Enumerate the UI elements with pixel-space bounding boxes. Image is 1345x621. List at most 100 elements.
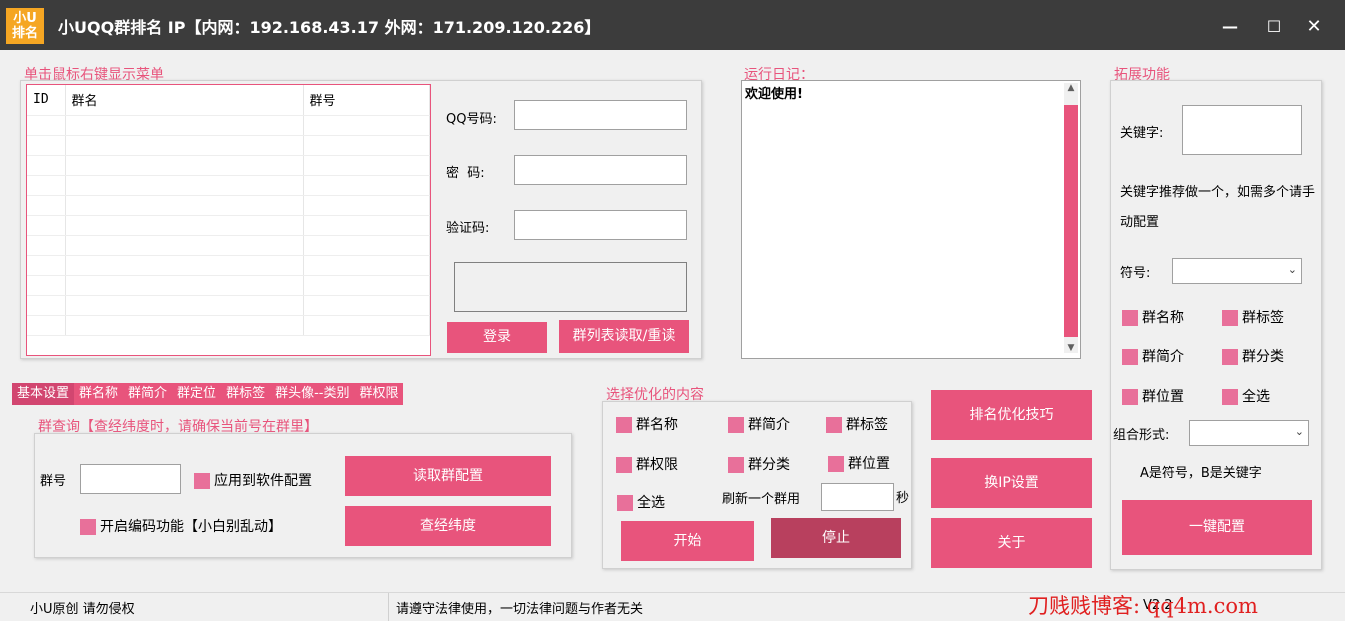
ext-check-group-category[interactable]: 群分类 — [1222, 346, 1284, 366]
opt-check-group-location[interactable]: 群位置 — [828, 453, 890, 473]
symbol-label: 符号: — [1120, 266, 1151, 281]
tab-group-tag[interactable]: 群标签 — [221, 383, 271, 405]
opt-check-group-permission[interactable]: 群权限 — [616, 454, 678, 474]
scroll-up-icon[interactable]: ▲ — [1064, 83, 1078, 93]
checkbox-icon — [616, 457, 632, 473]
table-row[interactable] — [27, 235, 430, 256]
ext-check-group-intro[interactable]: 群简介 — [1122, 346, 1184, 366]
table-row[interactable] — [27, 275, 430, 296]
ranking-tips-button[interactable]: 排名优化技巧 — [931, 390, 1092, 440]
column-header-number[interactable]: 群号 — [303, 85, 430, 116]
checkbox-icon — [1222, 310, 1238, 326]
one-click-config-button[interactable]: 一键配置 — [1122, 500, 1312, 555]
opt-check-group-tag[interactable]: 群标签 — [826, 414, 888, 434]
close-button[interactable]: ✕ — [1300, 12, 1328, 38]
tab-bar: 基本设置 群名称 群简介 群定位 群标签 群头像--类别 群权限 — [12, 383, 404, 405]
group-table[interactable]: ID 群名 群号 — [26, 84, 431, 356]
start-button[interactable]: 开始 — [621, 521, 754, 561]
stop-button[interactable]: 停止 — [771, 518, 901, 558]
table-row[interactable] — [27, 255, 430, 276]
captcha-input[interactable] — [514, 210, 687, 240]
status-author: 小U原创 请勿侵权 — [30, 602, 135, 617]
checkbox-icon — [1222, 389, 1238, 405]
table-row[interactable] — [27, 115, 430, 136]
app-logo: 小U 排名 — [6, 8, 44, 44]
checkbox-icon — [1122, 389, 1138, 405]
password-label: 密 码: — [446, 166, 485, 181]
apply-config-checkbox[interactable]: 应用到软件配置 — [194, 470, 312, 490]
checkbox-icon — [828, 456, 844, 472]
maximize-icon: ☐ — [1266, 17, 1282, 36]
combo-label: 组合形式: — [1113, 428, 1170, 443]
read-group-config-button[interactable]: 读取群配置 — [345, 456, 551, 496]
tab-group-location[interactable]: 群定位 — [172, 383, 222, 405]
seconds-label: 秒 — [896, 491, 910, 506]
checkbox-icon — [1122, 310, 1138, 326]
table-row[interactable] — [27, 215, 430, 236]
tab-group-intro[interactable]: 群简介 — [123, 383, 173, 405]
ext-check-group-name[interactable]: 群名称 — [1122, 307, 1184, 327]
window-title: 小UQQ群排名 IP【内网：192.168.43.17 外网：171.209.1… — [58, 18, 601, 37]
ext-check-group-location[interactable]: 群位置 — [1122, 386, 1184, 406]
tab-group-name[interactable]: 群名称 — [74, 383, 124, 405]
keyword-input[interactable] — [1182, 105, 1302, 155]
column-header-id[interactable]: ID — [27, 85, 66, 116]
checkbox-icon — [728, 457, 744, 473]
scrollbar-thumb[interactable] — [1064, 105, 1078, 337]
checkbox-icon — [194, 473, 210, 489]
ext-check-group-tag[interactable]: 群标签 — [1222, 307, 1284, 327]
opt-check-group-intro[interactable]: 群简介 — [728, 414, 790, 434]
table-row[interactable] — [27, 295, 430, 316]
status-legal-notice: 请遵守法律使用，一切法律问题与作者无关 — [396, 602, 644, 617]
group-table-grid: ID 群名 群号 — [27, 85, 430, 336]
about-button[interactable]: 关于 — [931, 518, 1092, 568]
table-row[interactable] — [27, 175, 430, 196]
refresh-interval-label: 刷新一个群用 — [722, 492, 801, 507]
minimize-icon: — — [1222, 17, 1238, 36]
login-button[interactable]: 登录 — [447, 322, 547, 353]
logo-line2: 排名 — [11, 26, 38, 41]
captcha-label: 验证码: — [446, 221, 490, 236]
qq-input[interactable] — [514, 100, 687, 130]
refresh-interval-input[interactable] — [821, 483, 894, 511]
opt-check-group-category[interactable]: 群分类 — [728, 454, 790, 474]
table-row[interactable] — [27, 195, 430, 216]
column-header-name[interactable]: 群名 — [65, 85, 304, 116]
ext-check-select-all[interactable]: 全选 — [1222, 386, 1270, 406]
checkbox-icon — [728, 417, 744, 433]
table-row[interactable] — [27, 135, 430, 156]
qq-label: QQ号码: — [446, 112, 497, 127]
close-icon: ✕ — [1306, 16, 1322, 37]
group-number-input[interactable] — [80, 464, 181, 494]
opt-check-select-all[interactable]: 全选 — [617, 492, 665, 512]
checkbox-icon — [80, 519, 96, 535]
check-coordinates-button[interactable]: 查经纬度 — [345, 506, 551, 546]
opt-check-group-name[interactable]: 群名称 — [616, 414, 678, 434]
group-number-label: 群号 — [40, 474, 67, 489]
checkbox-icon — [616, 417, 632, 433]
symbol-select[interactable]: ⌄ — [1172, 258, 1302, 284]
logo-line1: 小U — [13, 11, 37, 26]
captcha-image[interactable] — [454, 262, 687, 312]
log-scrollbar[interactable]: ▲ ▼ — [1064, 83, 1078, 353]
keyword-label: 关键字: — [1120, 126, 1164, 141]
read-group-list-button[interactable]: 群列表读取/重读 — [559, 320, 689, 353]
log-textarea[interactable]: 欢迎使用! ▲ ▼ — [741, 80, 1081, 359]
checkbox-icon — [1222, 349, 1238, 365]
watermark-text: 刀贱贱博客: qq4m.com — [1028, 594, 1258, 618]
maximize-button[interactable]: ☐ — [1260, 12, 1288, 38]
table-row[interactable] — [27, 155, 430, 176]
title-bar: 小U 排名 小UQQ群排名 IP【内网：192.168.43.17 外网：171… — [0, 0, 1345, 50]
checkbox-icon — [1122, 349, 1138, 365]
tab-group-avatar[interactable]: 群头像--类别 — [270, 383, 355, 405]
scroll-down-icon[interactable]: ▼ — [1064, 343, 1078, 353]
password-input[interactable] — [514, 155, 687, 185]
table-row[interactable] — [27, 315, 430, 336]
combo-note: A是符号，B是关键字 — [1140, 466, 1262, 481]
tab-basic-settings[interactable]: 基本设置 — [12, 383, 75, 405]
ip-settings-button[interactable]: 换IP设置 — [931, 458, 1092, 508]
encode-checkbox[interactable]: 开启编码功能【小白别乱动】 — [80, 516, 282, 536]
tab-group-permission[interactable]: 群权限 — [354, 383, 404, 405]
minimize-button[interactable]: — — [1216, 12, 1244, 38]
combo-select[interactable]: ⌄ — [1189, 420, 1309, 446]
